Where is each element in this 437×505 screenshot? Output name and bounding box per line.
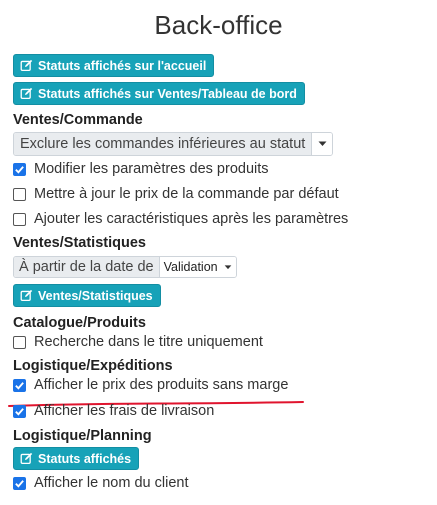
checkbox-mettre-a-jour-prix[interactable] (13, 187, 26, 201)
date-reference-value: Validation (163, 260, 218, 274)
option-label: Afficher le prix des produits sans marge (34, 377, 289, 393)
ventes-statistiques-label: Ventes/Statistiques (38, 288, 153, 303)
option-nom-client[interactable]: Afficher le nom du client (13, 475, 188, 491)
check-icon (15, 407, 24, 416)
option-label: Mettre à jour le prix de la commande par… (34, 186, 339, 202)
section-ventes-statistiques: Ventes/Statistiques (13, 235, 146, 251)
checkbox-nom-client[interactable] (13, 476, 26, 490)
option-frais-livraison[interactable]: Afficher les frais de livraison (13, 403, 214, 419)
option-label: Afficher les frais de livraison (34, 403, 215, 419)
statuts-affiches-label: Statuts affichés (38, 451, 132, 466)
caret-down-icon (224, 264, 231, 269)
statuts-ventes-button[interactable]: Statuts affichés sur Ventes/Tableau de b… (13, 82, 305, 105)
date-reference-select[interactable]: Validation (159, 257, 236, 277)
statuts-accueil-button[interactable]: Statuts affichés sur l'accueil (13, 54, 215, 77)
checkbox-modifier-parametres[interactable] (13, 162, 26, 176)
section-catalogue-produits: Catalogue/Produits (13, 315, 146, 331)
option-mettre-a-jour-prix[interactable]: Mettre à jour le prix de la commande par… (13, 186, 339, 202)
section-logistique-planning: Logistique/Planning (13, 428, 152, 444)
section-logistique-expeditions: Logistique/Expéditions (13, 358, 173, 374)
checkbox-prix-sans-marge[interactable] (13, 378, 26, 392)
option-label: Recherche dans le titre uniquement (34, 334, 263, 350)
option-prix-sans-marge[interactable]: Afficher le prix des produits sans marge (13, 377, 288, 393)
edit-icon (20, 59, 33, 72)
checkbox-recherche-titre[interactable] (13, 335, 26, 349)
check-icon (15, 381, 24, 390)
statut-exclusion-select[interactable]: Exclure les commandes inférieures au sta… (13, 132, 334, 156)
checkbox-ajouter-caracteristiques[interactable] (13, 212, 26, 226)
check-icon (15, 165, 24, 174)
date-reference-group: À partir de la date de Validation (13, 256, 237, 278)
option-ajouter-caracteristiques[interactable]: Ajouter les caractéristiques après les p… (13, 211, 348, 227)
statuts-accueil-label: Statuts affichés sur l'accueil (38, 58, 207, 73)
check-icon (15, 479, 24, 488)
option-recherche-titre[interactable]: Recherche dans le titre uniquement (13, 334, 263, 350)
ventes-statistiques-button[interactable]: Ventes/Statistiques (13, 284, 161, 307)
edit-icon (20, 452, 33, 465)
date-reference-label: À partir de la date de (14, 257, 160, 277)
caret-down-icon[interactable] (312, 133, 333, 155)
page-title: Back-office (154, 10, 283, 40)
edit-icon (20, 87, 33, 100)
edit-icon (20, 289, 33, 302)
option-label: Modifier les paramètres des produits (34, 161, 269, 177)
section-ventes-commande: Ventes/Commande (13, 112, 143, 128)
option-label: Ajouter les caractéristiques après les p… (34, 211, 349, 227)
statuts-ventes-label: Statuts affichés sur Ventes/Tableau de b… (38, 86, 297, 101)
statuts-affiches-button[interactable]: Statuts affichés (13, 447, 140, 470)
checkbox-frais-livraison[interactable] (13, 404, 26, 418)
option-label: Afficher le nom du client (34, 475, 189, 491)
option-modifier-parametres[interactable]: Modifier les paramètres des produits (13, 161, 269, 177)
statut-exclusion-value: Exclure les commandes inférieures au sta… (14, 133, 313, 155)
